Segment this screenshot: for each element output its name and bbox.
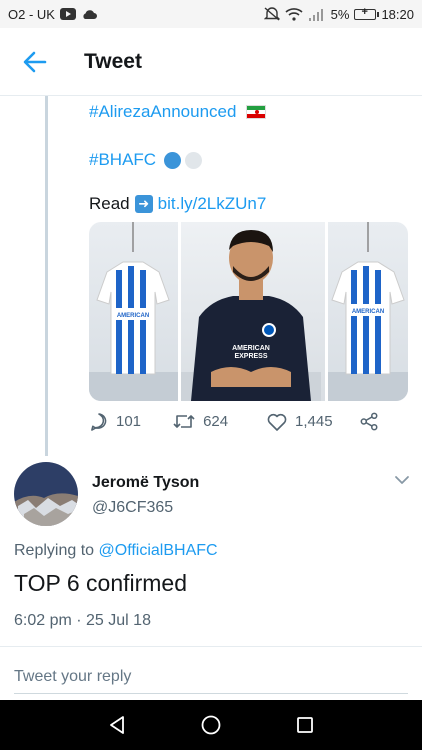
status-right: 5% + 18:20 (263, 6, 414, 22)
like-button[interactable]: 1,445 (267, 413, 360, 431)
retweet-icon (173, 415, 195, 428)
carrier-label: O2 - UK (8, 6, 55, 22)
battery-icon: + (354, 6, 380, 20)
clock: 18:20 (381, 6, 414, 22)
arrow-left-icon (23, 51, 47, 72)
tweet-line-hashtag1: #AlirezaAnnounced (89, 102, 267, 122)
wifi-icon (285, 8, 303, 21)
tweet-media[interactable]: AMERICAN AMERICAN EXPRESS AMERICAN (89, 222, 408, 401)
square-recents-icon (297, 717, 313, 733)
blue-circle-icon (164, 151, 182, 169)
system-nav-bar (0, 700, 422, 750)
media-panel-left-shirt: AMERICAN (89, 222, 178, 401)
author-handle[interactable]: @J6CF365 (92, 499, 173, 517)
author-name[interactable]: Jeromë Tyson (92, 474, 199, 492)
svg-text:EXPRESS: EXPRESS (234, 353, 267, 360)
reply-button[interactable]: 101 (89, 412, 173, 431)
signal-icon (308, 8, 323, 21)
hashtag-link[interactable]: #BHAFC (89, 150, 156, 170)
player-graphic: AMERICAN EXPRESS (181, 230, 321, 401)
tweet-link[interactable]: bit.ly/2LkZUn7 (158, 194, 267, 214)
page-title: Tweet (84, 49, 142, 73)
replying-to-label: Replying to (14, 542, 95, 559)
tweet-line-read: Read ➜ bit.ly/2LkZUn7 (89, 194, 266, 214)
battery-percent: 5% (330, 6, 350, 22)
chevron-down-icon (395, 476, 409, 484)
iran-flag-icon (246, 105, 267, 119)
tweet-timestamp: 6:02 pm · 25 Jul 18 (14, 612, 151, 629)
right-arrow-icon: ➜ (134, 195, 153, 213)
hashtag-link[interactable]: #AlirezaAnnounced (89, 102, 236, 122)
svg-text:AMERICAN: AMERICAN (232, 345, 270, 352)
nav-back-button[interactable] (97, 705, 137, 745)
tweet-options-button[interactable] (392, 472, 412, 488)
shirt-graphic: AMERICAN (328, 222, 408, 401)
retweet-button[interactable]: 624 (173, 413, 267, 430)
share-button[interactable] (360, 412, 379, 431)
thread-connector (45, 96, 48, 456)
avatar[interactable] (14, 462, 78, 526)
mute-icon (263, 7, 280, 21)
svg-text:AMERICAN: AMERICAN (352, 309, 384, 315)
heart-icon (267, 413, 287, 431)
back-button[interactable] (0, 28, 70, 96)
shirt-graphic: AMERICAN (89, 222, 178, 401)
media-panel-right-shirt: AMERICAN (328, 222, 408, 401)
tweet-line-hashtag2: #BHAFC (89, 150, 203, 170)
white-circle-icon (185, 151, 203, 169)
triangle-back-icon (110, 716, 124, 734)
read-label: Read (89, 194, 130, 213)
avatar-image (14, 462, 78, 526)
mention-link[interactable]: @OfficialBHAFC (99, 542, 218, 559)
retweet-count: 624 (203, 413, 229, 430)
reply-count: 101 (116, 413, 142, 430)
media-panel-player: AMERICAN EXPRESS (181, 222, 325, 401)
input-underline (14, 693, 408, 694)
nav-home-button[interactable] (191, 705, 231, 745)
reply-input[interactable] (14, 663, 408, 691)
comment-icon (91, 413, 107, 431)
youtube-icon (59, 8, 76, 20)
app-header: Tweet (0, 28, 422, 96)
divider (0, 646, 422, 647)
nav-recents-button[interactable] (285, 705, 325, 745)
status-left: O2 - UK (8, 7, 97, 22)
cloud-icon (83, 9, 97, 19)
share-icon (360, 412, 378, 431)
tweet-actions: 101 624 1,445 (89, 412, 379, 431)
replying-to: Replying to @OfficialBHAFC (14, 542, 218, 560)
tweet-content: TOP 6 confirmed (14, 570, 188, 596)
status-bar: O2 - UK 5% + 18:20 (0, 0, 422, 28)
svg-text:AMERICAN: AMERICAN (117, 313, 149, 319)
like-count: 1,445 (295, 413, 333, 430)
circle-home-icon (201, 715, 221, 735)
